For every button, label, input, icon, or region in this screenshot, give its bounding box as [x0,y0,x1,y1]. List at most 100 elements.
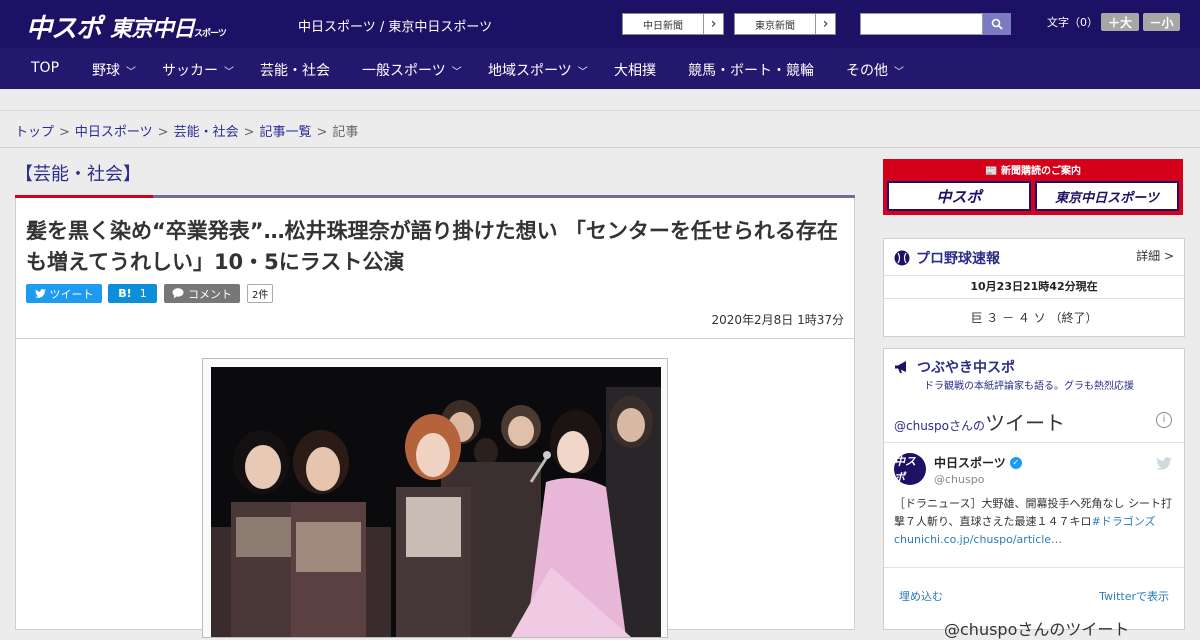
tweet-article-link[interactable]: chunichi.co.jp/chuspo/article… [894,533,1062,546]
subscription-title-text: 新聞購読のご案内 [1000,166,1081,177]
nav-item-baseball[interactable]: 野球 ﹀ [92,60,136,80]
comment-button[interactable]: コメント [164,284,240,303]
hatena-bookmark-button[interactable]: B! 1 [108,284,157,303]
speech-bubble-icon [172,288,184,299]
breadcrumb-current: 記事 [332,125,359,140]
article-divider [16,338,854,339]
tweet-widget-title: つぶやき中スポ [894,357,1015,377]
megaphone-icon [895,361,906,374]
search-button[interactable] [983,13,1011,35]
baseball-title: プロ野球速報 [894,248,1000,268]
embed-link[interactable]: 埋め込む [899,588,943,604]
nav-item-sumo[interactable]: 大相撲 [614,60,656,80]
stage-photo-image [211,367,661,637]
font-size-label: 文字（0） [1047,16,1098,29]
font-smaller-button[interactable]: －小 [1143,13,1180,31]
nav-label: TOP [31,60,60,76]
tweet-text: ［ドラニュース］大野雄、開幕投手へ死角なし シート打撃７人斬り、直球さえた最速１… [894,495,1176,549]
subscription-banner[interactable]: 📰 新聞購読のご案内 中スポ 東京中日スポーツ [883,159,1183,215]
baseball-score[interactable]: 巨 ３ － ４ ソ （終了） [884,309,1184,326]
view-on-twitter-link[interactable]: Twitterで表示 [1099,588,1169,604]
chevron-right-icon: › [703,14,723,34]
chunichi-shimbun-label: 中日新聞 [643,20,683,32]
article-photo-frame [202,358,668,638]
chevron-down-icon: ﹀ [224,66,234,78]
nav-label: 野球 [92,63,120,79]
timeline-label: ツイート [985,411,1066,435]
font-bigger-button[interactable]: ＋大 [1101,13,1139,31]
tweet-user-handle[interactable]: @chuspo [934,473,984,486]
tweet-divider [884,567,1184,568]
nav-label: 一般スポーツ [362,63,446,79]
baseball-title-text: プロ野球速報 [916,251,1000,267]
tokyo-logo-text: 東京中日 [110,17,195,42]
nav-item-other[interactable]: その他 ﹀ [846,60,904,80]
nav-item-entertainment[interactable]: 芸能・社会 [260,60,330,80]
breadcrumb-separator: > [243,125,255,140]
tokyo-shimbun-button[interactable]: 東京新聞 › [734,13,836,35]
article-date: 2020年2月8日 1時37分 [711,313,844,327]
tokyo-shimbun-label: 東京新聞 [755,20,795,32]
timeline-user: @chuspoさんの [894,419,986,433]
timeline-heading: @chuspoさんのツイート [894,407,1065,436]
baseball-icon [894,250,910,266]
nav-label: 芸能・社会 [260,63,330,79]
chevron-down-icon: ﹀ [126,66,136,78]
comment-count-badge: 2件 [247,284,274,303]
top-header: 中スポ 東京中日スポーツ 中日スポーツ / 東京中日スポーツ 中日新聞 › 東京… [0,0,1200,48]
chevron-down-icon: ﹀ [577,66,588,78]
info-icon[interactable]: i [1156,412,1172,428]
baseball-details-link[interactable]: 詳細 > [1136,247,1174,264]
tweet-user-name-text: 中日スポーツ [934,456,1006,470]
breadcrumb-link-entertainment[interactable]: 芸能・社会 [174,125,239,140]
article-photo[interactable] [211,367,661,637]
twitter-widget: つぶやき中スポ ドラ観戦の本紙評論家も語る。グラも熱烈応援 @chuspoさんの… [883,348,1185,639]
verified-badge-icon: ✓ [1009,456,1022,469]
breadcrumb: トップ > 中日スポーツ > 芸能・社会 > 記事一覧 > 記事 [0,111,1200,148]
site-names: 中日スポーツ / 東京中日スポーツ [298,20,493,35]
main-nav: TOP 野球 ﹀ サッカー ﹀ 芸能・社会 一般スポーツ ﹀ 地域スポーツ ﹀ 大相撲 … [0,48,1200,89]
chuspo-logo[interactable]: 中スポ [26,8,102,45]
breadcrumb-link-chuspo[interactable]: 中日スポーツ [75,125,153,140]
article-card: 髪を黒く染め“卒業発表”…松井珠理奈が語り掛けた想い 「センターを任せられる存在… [15,198,855,638]
nav-item-local-sports[interactable]: 地域スポーツ ﹀ [488,60,588,80]
newspaper-icon: 📰 [985,166,1001,177]
tweet-widget-subtitle: ドラ観戦の本紙評論家も語る。グラも熱烈応援 [924,381,1134,392]
breadcrumb-link-top[interactable]: トップ [15,125,54,140]
nav-label: サッカー [162,63,218,79]
breadcrumb-separator: > [157,125,169,140]
tokyo-logo-sub: スポーツ [194,29,227,39]
tweet-user-name[interactable]: 中日スポーツ ✓ [934,454,1022,471]
nav-gap-strip [0,89,1200,111]
baseball-update-time: 10月23日21時42分現在 [884,275,1184,299]
nav-label: 大相撲 [614,63,656,79]
hatena-icon: B! [118,287,132,300]
chevron-down-icon: ﹀ [894,66,904,78]
twitter-bird-icon[interactable] [1156,455,1172,474]
section-title: 【芸能・社会】 [15,164,141,185]
comment-label: コメント [188,287,232,301]
search-input[interactable] [860,13,983,35]
chevron-right-icon: › [815,14,835,34]
tweet-hashtag-link[interactable]: #ドラゴンズ [1092,515,1156,528]
nav-item-soccer[interactable]: サッカー ﹀ [162,60,234,80]
hatena-count: 1 [139,287,147,300]
avatar[interactable]: 中スポ [894,453,926,485]
tokyo-chunichi-subscribe-logo[interactable]: 東京中日スポーツ [1035,181,1179,211]
nav-item-racing[interactable]: 競馬・ボート・競輪 [688,60,814,80]
breadcrumb-separator: > [316,125,328,140]
chuspo-subscribe-logo[interactable]: 中スポ [887,181,1031,211]
breadcrumb-link-article-list[interactable]: 記事一覧 [260,125,312,140]
subscription-title: 📰 新聞購読のご案内 [883,162,1183,177]
search-icon [991,18,1003,30]
chevron-down-icon: ﹀ [451,66,462,78]
nav-item-top[interactable]: TOP [31,60,59,76]
nav-label: その他 [846,63,888,79]
nav-item-general-sports[interactable]: 一般スポーツ ﹀ [362,60,462,80]
timeline-footer: @chuspoさんのツイート [944,620,1130,639]
twitter-icon [34,289,46,298]
tweet-divider [884,442,1184,443]
tokyo-chunichi-logo[interactable]: 東京中日スポーツ [110,11,227,43]
chunichi-shimbun-button[interactable]: 中日新聞 › [622,13,724,35]
tweet-button[interactable]: ツイート [26,284,102,303]
